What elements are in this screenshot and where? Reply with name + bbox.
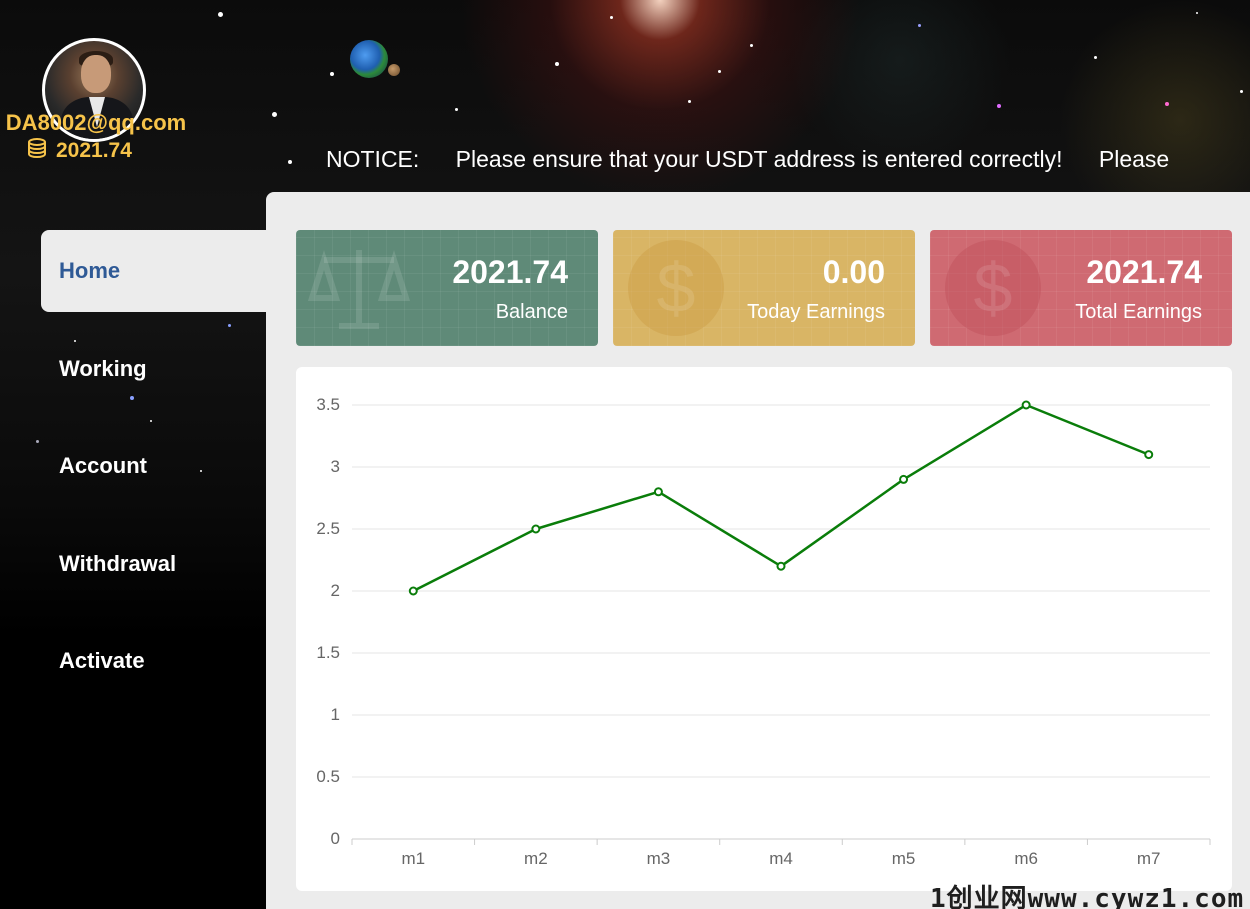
sidebar-nav: Home Working Account Withdrawal Activate	[41, 230, 266, 718]
moon-decoration	[388, 64, 400, 76]
card-value: 2021.74	[1086, 254, 1202, 290]
dollar-icon: $	[945, 240, 1041, 336]
sidebar-item-home[interactable]: Home	[41, 230, 266, 312]
svg-text:$: $	[657, 249, 696, 327]
sidebar-item-account[interactable]: Account	[41, 425, 266, 507]
watermark: 1创业网www.cywz1.com	[930, 884, 1245, 909]
sidebar-item-working[interactable]: Working	[41, 328, 266, 410]
today-earnings-card: $ 0.00 Today Earnings	[613, 230, 915, 346]
x-tick-label: m2	[524, 849, 548, 868]
data-point	[408, 586, 418, 596]
notice-text-repeat: Please	[1098, 146, 1170, 172]
x-tick-label: m4	[769, 849, 793, 868]
main-content: 2021.74 Balance $ 0.00 Today Earnings $ …	[266, 192, 1250, 909]
y-tick-label: 3	[331, 457, 340, 476]
data-point	[653, 487, 663, 497]
x-tick-label: m6	[1014, 849, 1038, 868]
data-point	[531, 524, 541, 534]
notice-label: NOTICE:	[326, 146, 420, 172]
y-tick-label: 0	[331, 829, 340, 848]
planet-decoration	[350, 40, 388, 78]
y-tick-label: 0.5	[316, 767, 340, 786]
card-value: 2021.74	[452, 254, 568, 290]
y-tick-label: 1.5	[316, 643, 340, 662]
svg-text:$: $	[974, 249, 1013, 327]
line-chart-svg: 0 0.5 1 1.5 2 2.5 3 3.5 m1 m2 m3 m4 m5 m6 m7	[316, 395, 1211, 868]
x-tick-label: m3	[647, 849, 671, 868]
y-tick-label: 1	[331, 705, 340, 724]
data-point	[1144, 450, 1154, 460]
scale-icon	[307, 250, 411, 329]
x-tick-label: m7	[1137, 849, 1161, 868]
sidebar-item-label: Working	[59, 355, 147, 381]
coins-icon	[26, 137, 48, 165]
card-value: 0.00	[822, 254, 885, 290]
card-label: Balance	[495, 301, 568, 323]
x-tick-label: m5	[892, 849, 916, 868]
user-balance: 2021.74	[26, 137, 132, 165]
earnings-chart: 0 0.5 1 1.5 2 2.5 3 3.5 m1 m2 m3 m4 m5 m6 m7	[296, 367, 1232, 891]
data-point	[899, 474, 909, 484]
sidebar-item-label: Activate	[59, 648, 145, 673]
card-label: Today Earnings	[747, 301, 885, 323]
card-label: Total Earnings	[1075, 301, 1202, 323]
sidebar-item-label: Withdrawal	[59, 550, 177, 576]
sidebar-item-label: Home	[59, 258, 121, 283]
notice-marquee: NOTICE: Please ensure that your USDT add…	[326, 146, 1188, 178]
user-email: DA8002@qq.com	[5, 110, 187, 135]
sidebar-item-withdrawal[interactable]: Withdrawal	[41, 523, 266, 605]
x-tick-label: m1	[401, 849, 425, 868]
total-earnings-card: $ 2021.74 Total Earnings	[930, 230, 1232, 346]
dollar-icon: $	[628, 240, 724, 336]
y-tick-label: 2.5	[316, 519, 340, 538]
sidebar-item-label: Account	[59, 453, 147, 478]
data-point	[1021, 400, 1031, 410]
notice-text: Please ensure that your USDT address is …	[455, 146, 1063, 172]
balance-card: 2021.74 Balance	[296, 230, 598, 346]
y-tick-label: 3.5	[316, 395, 340, 414]
y-tick-label: 2	[331, 581, 340, 600]
data-point	[776, 561, 786, 571]
sidebar-item-activate[interactable]: Activate	[41, 620, 266, 702]
balance-amount: 2021.74	[56, 139, 132, 162]
